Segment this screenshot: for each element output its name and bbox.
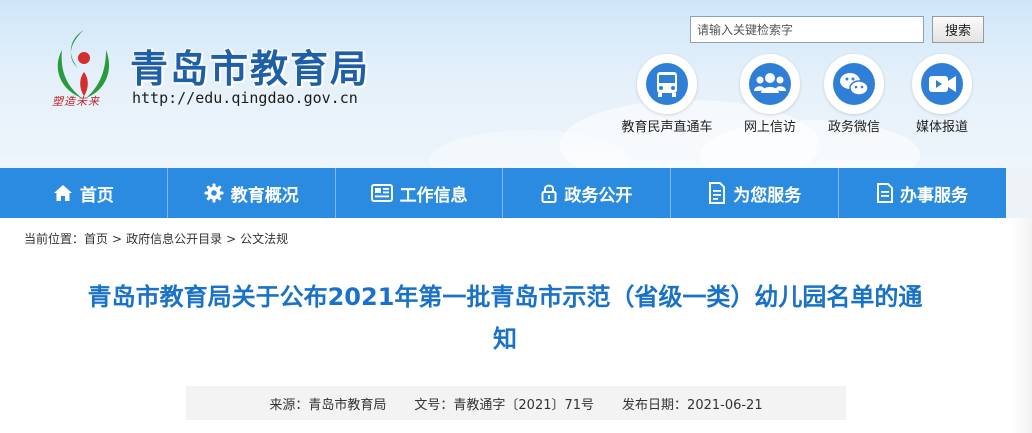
nav-item-label: 为您服务 (733, 185, 802, 206)
nav-item-label: 办事服务 (900, 185, 969, 206)
search-button[interactable]: 搜索 (932, 16, 984, 43)
article-doc-number: 文号：青教通字〔2021〕71号 (414, 397, 595, 413)
video-icon (921, 63, 963, 105)
article-title-line2: 知 (493, 325, 517, 353)
breadcrumb-item-regulations[interactable]: 公文法规 (240, 232, 288, 246)
nav-item-label: 教育概况 (230, 185, 299, 206)
newspaper-icon (370, 184, 393, 202)
nav-item-label: 政务公开 (564, 185, 633, 206)
site-url: http://edu.qingdao.gov.cn (132, 89, 358, 107)
nav-item-home[interactable]: 首页 (0, 168, 168, 218)
header-banner: 塑造未来 青岛市教育局 http://edu.qingdao.gov.cn 搜索… (0, 0, 1032, 168)
breadcrumb-separator: > (112, 232, 123, 246)
quick-link-wechat[interactable]: 政务微信 (804, 54, 904, 135)
quick-link-label: 政务微信 (827, 120, 880, 135)
breadcrumb-item-home[interactable]: 首页 (84, 232, 108, 246)
quick-link-bus[interactable]: 教育民声直通车 (617, 54, 717, 135)
article-title-line1: 青岛市教育局关于公布2021年第一批青岛市示范（省级一类）幼儿园名单的通 (87, 283, 923, 311)
nav-item-label: 工作信息 (399, 185, 468, 206)
quick-link-circle (740, 54, 800, 114)
nav-item-handle-affairs[interactable]: 办事服务 (839, 168, 1006, 218)
nav-item-service[interactable]: 为您服务 (671, 168, 840, 218)
nav-item-work-info[interactable]: 工作信息 (336, 168, 504, 218)
quick-link-media[interactable]: 媒体报道 (892, 54, 992, 135)
quick-link-circle (824, 54, 884, 114)
article-publish-date: 发布日期：2021-06-21 (622, 397, 763, 413)
nav-item-label: 首页 (79, 185, 114, 206)
lock-icon (541, 184, 557, 203)
site-title[interactable]: 青岛市教育局 (130, 38, 370, 93)
article-meta: 来源：青岛市教育局 文号：青教通字〔2021〕71号 发布日期：2021-06-… (186, 386, 846, 420)
breadcrumb: 当前位置：首页 > 政府信息公开目录 > 公文法规 (24, 230, 288, 247)
wechat-icon (833, 63, 875, 105)
document-icon (709, 182, 726, 204)
nav-item-gov-affairs[interactable]: 政务公开 (503, 168, 672, 218)
search-input[interactable] (690, 16, 924, 43)
nav-item-overview[interactable]: 教育概况 (168, 168, 336, 218)
article-title: 青岛市教育局关于公布2021年第一批青岛市示范（省级一类）幼儿园名单的通 知 (50, 276, 960, 360)
breadcrumb-separator: > (226, 232, 237, 246)
breadcrumb-prefix: 当前位置： (24, 232, 85, 246)
home-icon (53, 185, 72, 201)
quick-link-circle (912, 54, 972, 114)
side-shade (1010, 218, 1032, 433)
quick-link-circle (637, 54, 697, 114)
gear-icon (204, 183, 224, 203)
bus-icon (646, 63, 688, 105)
quick-link-label: 教育民声直通车 (621, 120, 713, 135)
logo-slogan: 塑造未来 (52, 95, 100, 108)
article-source: 来源：青岛市教育局 (269, 397, 387, 413)
quick-link-label: 媒体报道 (915, 120, 968, 135)
nav-right-edge (1006, 168, 1032, 218)
breadcrumb-item-catalog[interactable]: 政府信息公开目录 (126, 232, 222, 246)
file-icon (877, 183, 894, 203)
people-icon (749, 63, 791, 105)
main-nav: 首页 教育概况 工作信息 政务公开 为您服务 办事服务 (0, 168, 1006, 218)
